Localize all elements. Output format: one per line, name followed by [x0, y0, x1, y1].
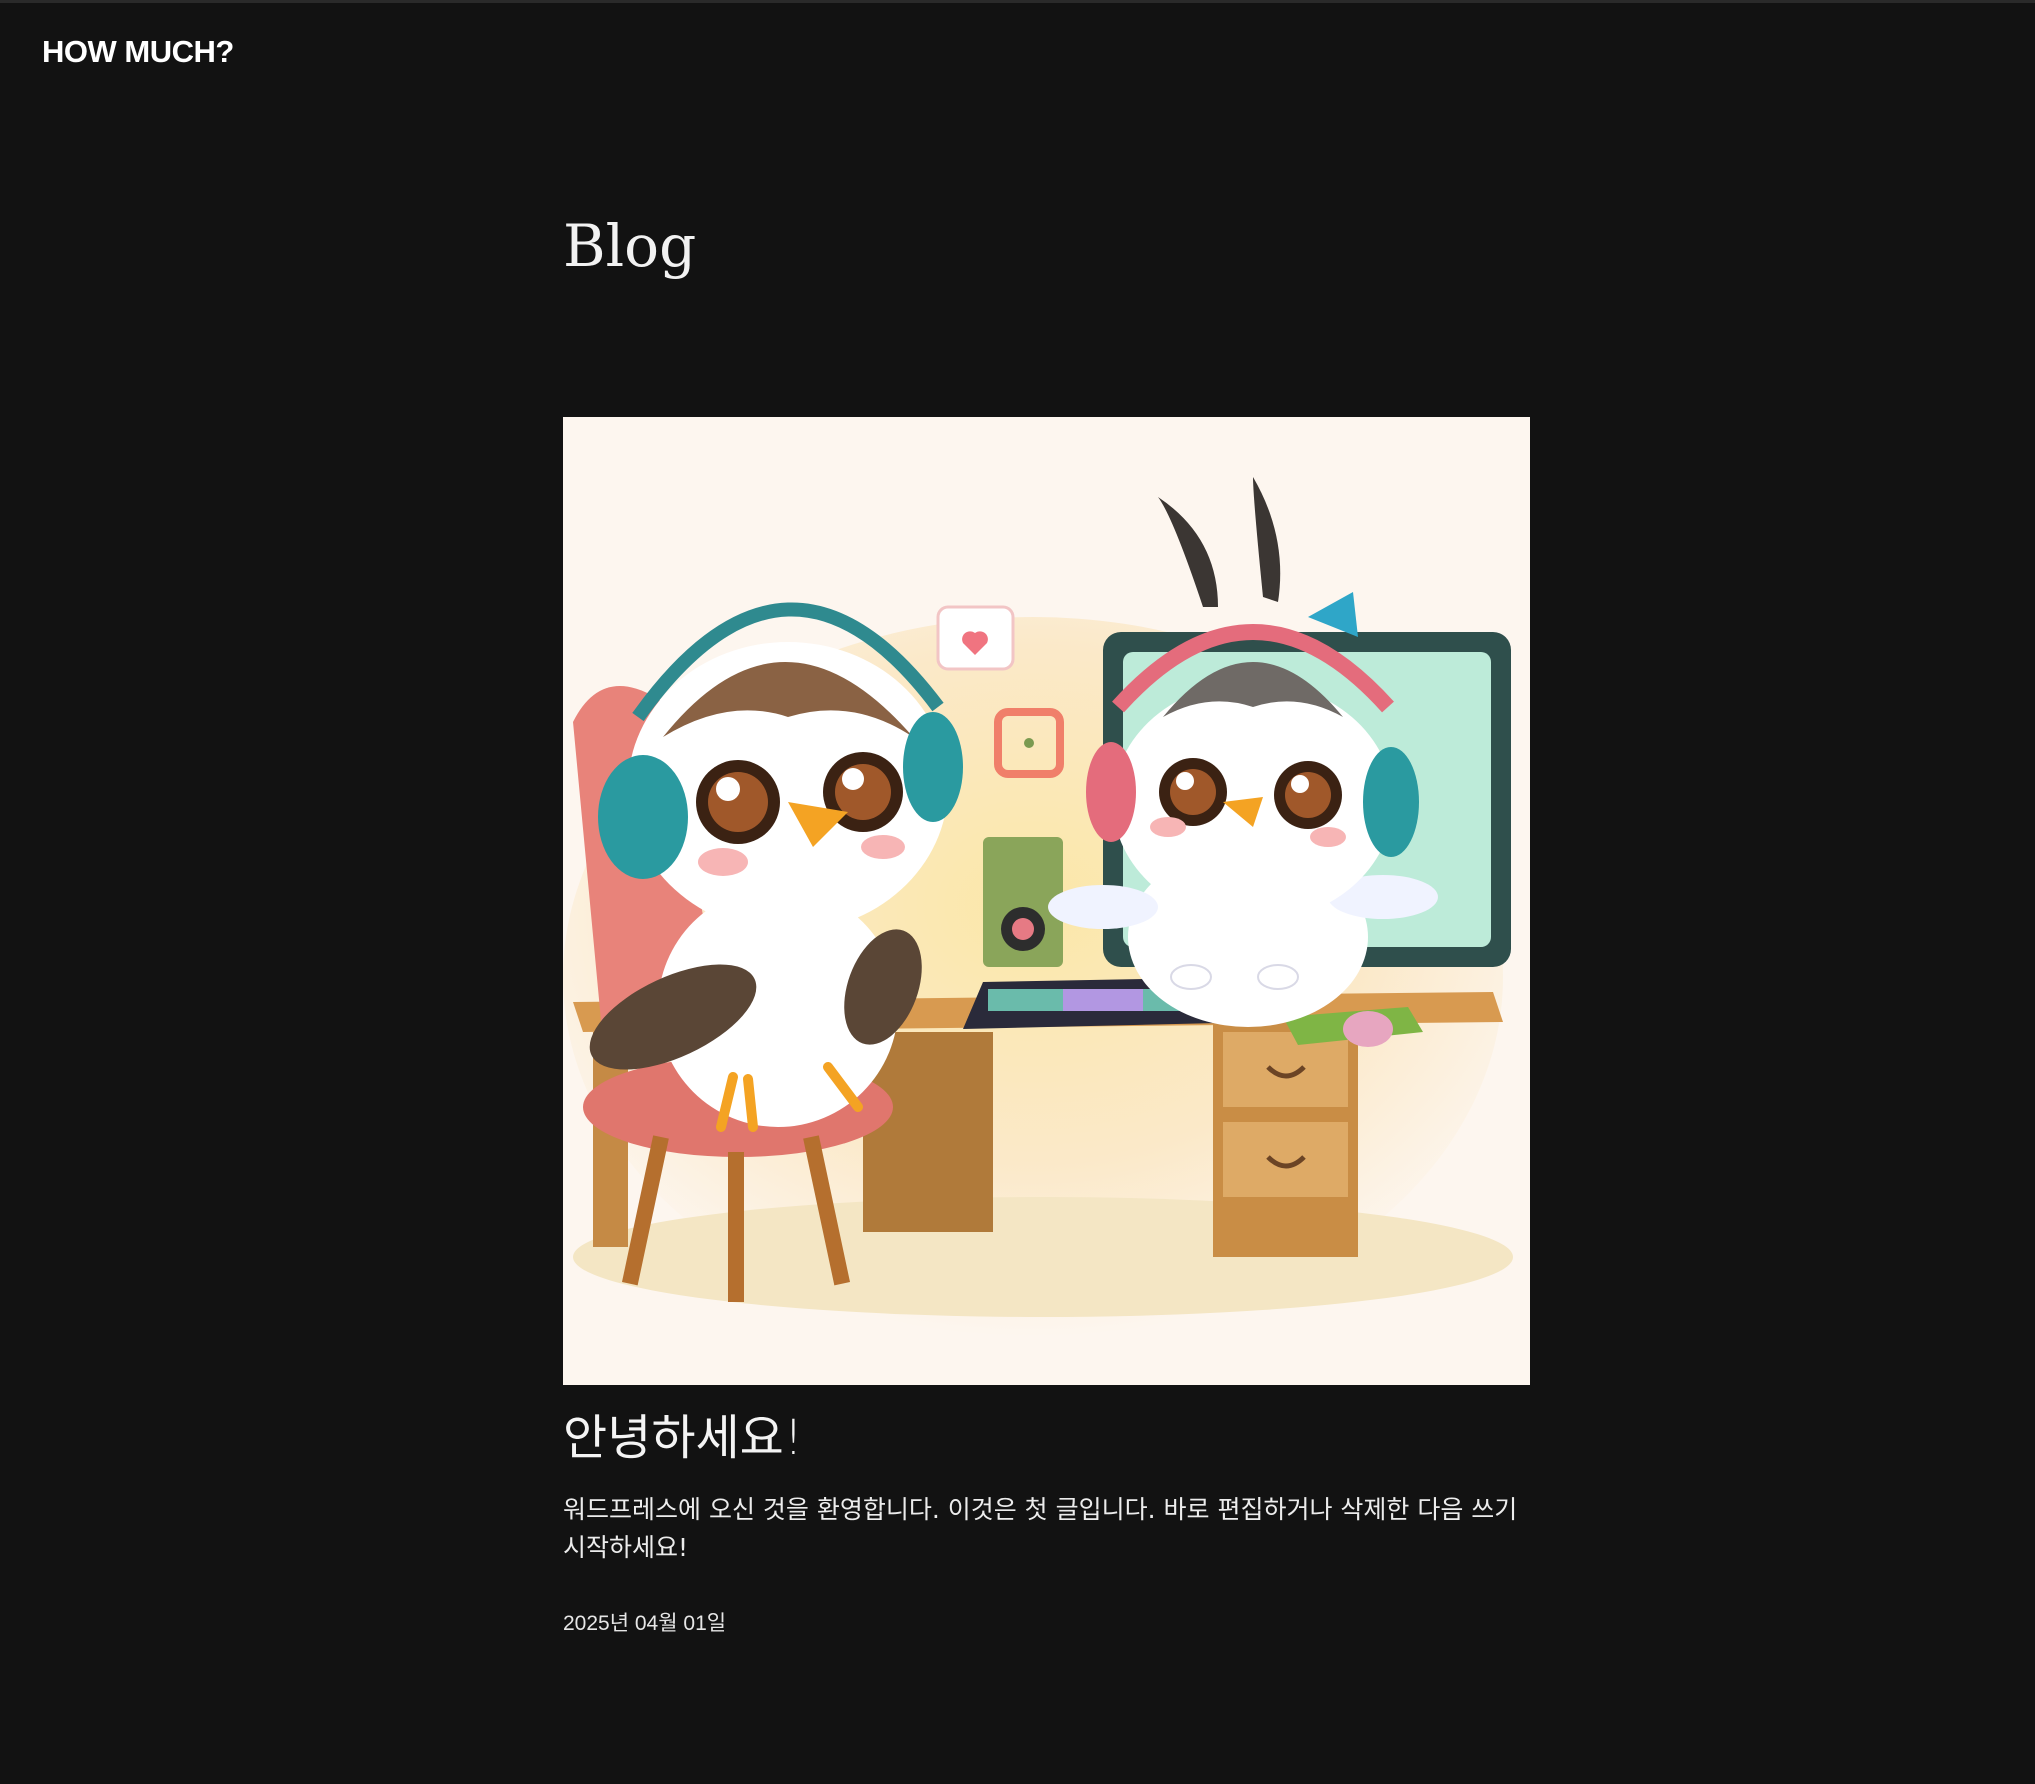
post-excerpt: 워드프레스에 오신 것을 환영합니다. 이것은 첫 글입니다. 바로 편집하거나… [563, 1495, 1518, 1563]
post-title[interactable]: 안녕하세요! [563, 1407, 1530, 1469]
bird-illustration [563, 417, 1530, 1385]
post-date: 2025년 04월 01일 [563, 1612, 727, 1636]
site-title[interactable]: HOW MUCH? [42, 34, 234, 70]
post-card: 안녕하세요! 워드프레스에 오신 것을 환영합니다. 이것은 첫 글입니다. 바… [563, 417, 1530, 1637]
page-title: Blog [563, 212, 697, 280]
post-featured-image[interactable] [563, 417, 1530, 1385]
top-border [0, 0, 2035, 3]
